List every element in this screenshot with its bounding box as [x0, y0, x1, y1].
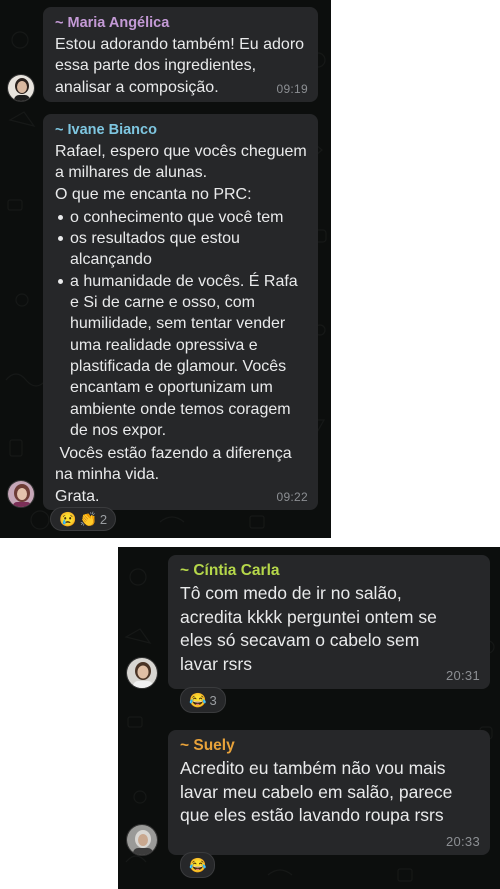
bullet-item: a humanidade de vocês. É Rafa e Si de ca…: [55, 271, 308, 441]
message-text: Acredito eu também não vou mais lavar me…: [180, 757, 480, 828]
message-line: Acredito eu também não vou mais: [180, 758, 446, 778]
message-line: Estou adorando também! Eu adoro: [55, 36, 305, 53]
crying-emoji-icon: 😢: [59, 511, 77, 527]
message-line: eles só secavam o cabelo sem: [180, 630, 420, 650]
message-text: Tô com medo de ir no salão, acredita kkk…: [180, 582, 480, 676]
laughing-emoji-icon: 😂: [189, 692, 207, 708]
message-bubble-suely[interactable]: ~ Suely Acredito eu também não vou mais …: [168, 730, 490, 855]
message-line: Tô com medo de ir no salão,: [180, 583, 402, 603]
clapping-emoji-icon: 👏: [79, 511, 97, 527]
message-line: lavar meu cabelo em salão, parece: [180, 781, 453, 802]
message-time: 20:31: [445, 668, 480, 683]
reaction-count: 3: [209, 692, 217, 708]
bullet-list: o conhecimento que você tem os resultado…: [55, 207, 308, 441]
chat-screenshot-bottom: ~ Cíntia Carla Tô com medo de ir no salã…: [118, 547, 500, 889]
message-line: Vocês estão fazendo a diferença: [55, 445, 292, 463]
message-line: O que me encanta no PRC:: [55, 185, 252, 203]
message-bubble-maria[interactable]: ~ Maria Angélica Estou adorando também! …: [43, 7, 318, 102]
message-bubble-ivane[interactable]: ~ Ivane Bianco Rafael, espero que vocês …: [43, 114, 318, 510]
message-line: lavar rsrs: [180, 653, 252, 674]
reactions-ivane[interactable]: 😢 👏 2: [50, 507, 117, 531]
sender-name[interactable]: ~ Ivane Bianco: [55, 121, 308, 139]
message-line: essa parte dos ingredientes,: [55, 57, 257, 75]
message-line: analisar a composição.: [55, 78, 219, 96]
message-text: Estou adorando também! Eu adoro essa par…: [55, 34, 308, 98]
avatar-cintia[interactable]: [126, 657, 158, 689]
sender-name[interactable]: ~ Suely: [180, 737, 480, 755]
message-line: na minha vida.: [55, 466, 160, 484]
avatar-ivane[interactable]: [7, 480, 35, 508]
bullet-item: os resultados que estou alcançando: [55, 228, 308, 271]
laughing-emoji-icon: 😂: [189, 857, 207, 873]
message-line: Grata.: [55, 487, 100, 505]
message-time: 09:22: [276, 490, 308, 504]
message-bubble-cintia[interactable]: ~ Cíntia Carla Tô com medo de ir no salã…: [168, 555, 490, 689]
avatar-maria[interactable]: [7, 74, 35, 102]
reactions-cintia[interactable]: 😂 3: [180, 687, 226, 713]
reaction-count: 2: [99, 511, 108, 527]
message-line: a milhares de alunas.: [55, 164, 208, 182]
message-line: Rafael, espero que vocês cheguem: [55, 143, 307, 160]
chat-screenshot-top: ~ Maria Angélica Estou adorando também! …: [0, 0, 331, 538]
sender-name[interactable]: ~ Cíntia Carla: [180, 562, 480, 580]
message-text: Rafael, espero que vocês cheguem a milha…: [55, 141, 308, 507]
reactions-suely[interactable]: 😂: [180, 852, 216, 878]
message-line: acredita kkkk perguntei ontem se: [180, 606, 437, 627]
message-line: que eles estão lavando roupa rsrs: [180, 805, 444, 825]
message-time: 20:33: [445, 834, 480, 849]
message-time: 09:19: [276, 82, 308, 96]
sender-name[interactable]: ~ Maria Angélica: [55, 14, 308, 32]
bullet-item: o conhecimento que você tem: [55, 207, 308, 228]
avatar-suely[interactable]: [126, 824, 158, 856]
